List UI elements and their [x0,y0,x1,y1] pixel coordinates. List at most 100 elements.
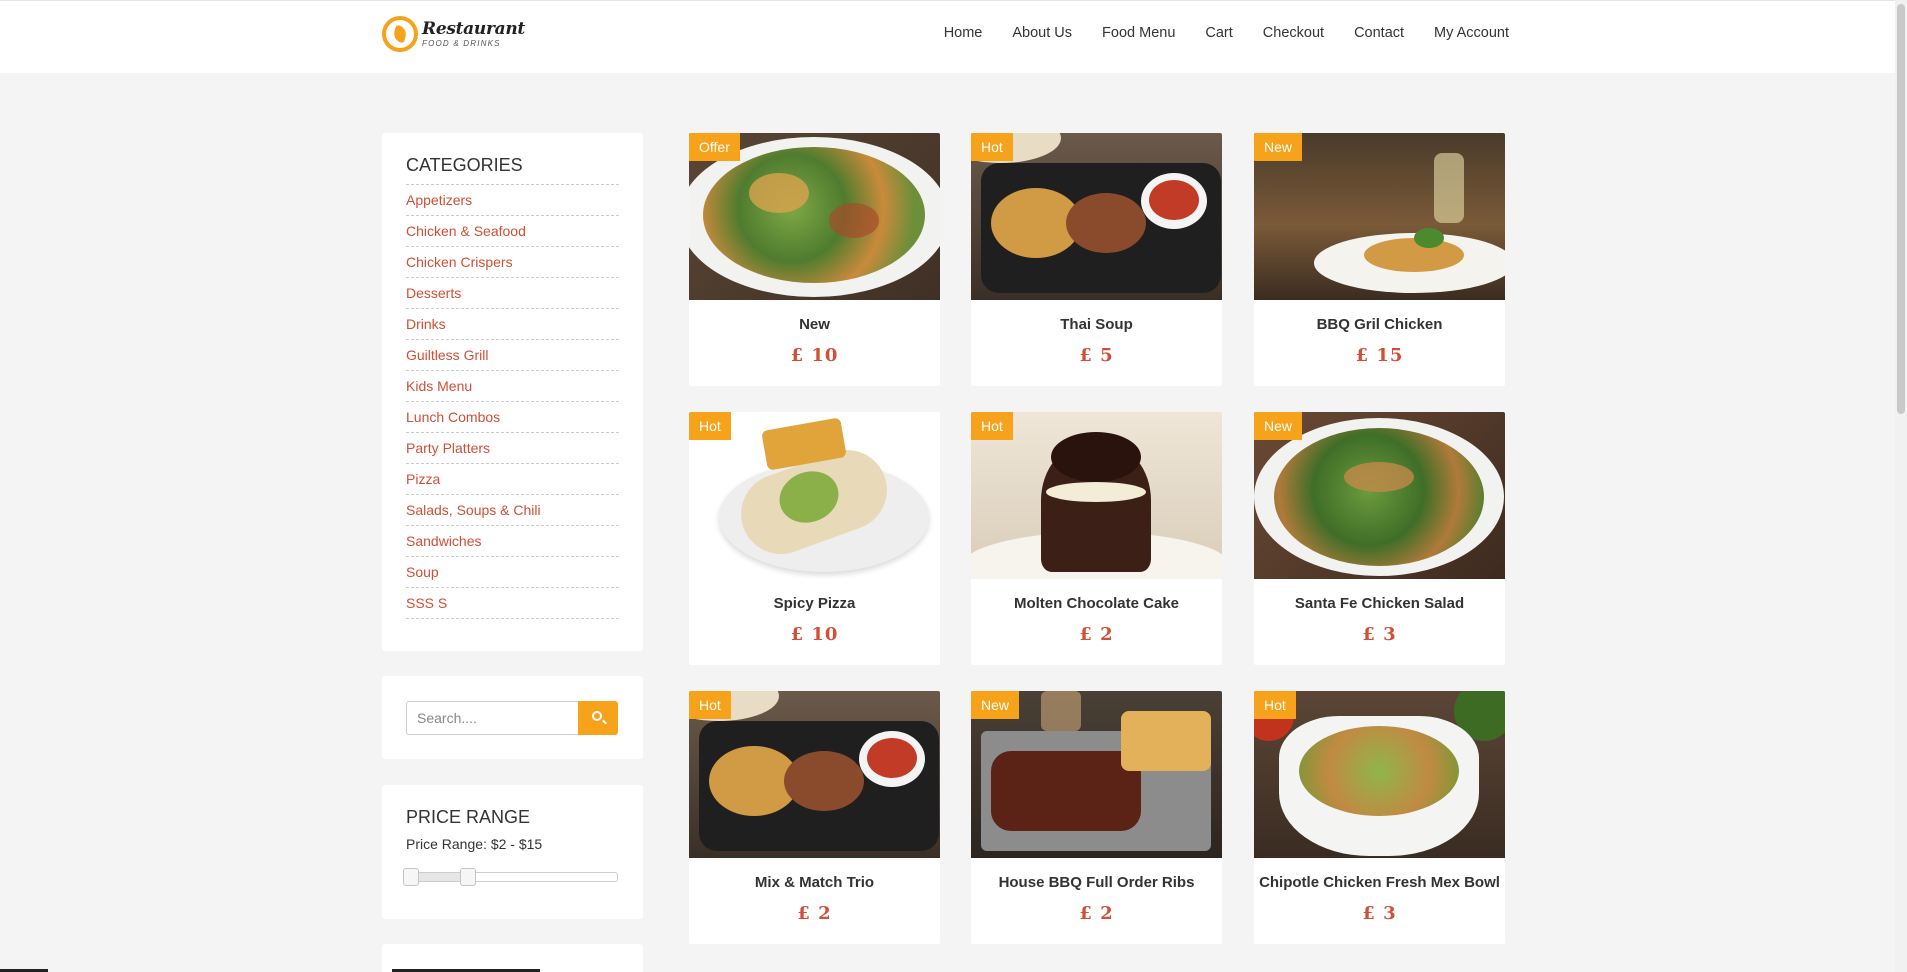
product-card[interactable]: New BBQ Gril Chicken £ 15 [1254,133,1505,386]
product-badge: New [1254,133,1303,161]
product-badge: Hot [971,133,1013,161]
category-link[interactable]: Sandwiches [406,533,482,549]
product-badge: Offer [689,133,740,161]
list-item: SSS S [406,588,619,619]
product-price: £ 3 [1362,903,1397,924]
scrollbar-thumb[interactable] [1897,4,1905,414]
product-card[interactable]: Hot Spicy Pizza £ 10 [689,412,940,665]
main-nav: Home About Us Food Menu Cart Checkout Co… [944,25,1509,41]
product-name[interactable]: House BBQ Full Order Ribs [971,874,1222,891]
nav-food-menu[interactable]: Food Menu [1102,25,1175,41]
nav-about-us[interactable]: About Us [1012,25,1072,41]
product-card[interactable]: Hot Thai Soup £ 5 [971,133,1222,386]
category-link[interactable]: Soup [406,564,439,580]
price-range-label: Price Range: $2 - $15 [406,836,543,852]
category-link[interactable]: Chicken Crispers [406,254,513,270]
next-widget [382,944,643,972]
categories-list: Appetizers Chicken & Seafood Chicken Cri… [406,184,619,619]
product-image[interactable]: New [1254,133,1505,300]
product-image[interactable]: Hot [971,412,1222,579]
category-link[interactable]: Appetizers [406,192,472,208]
product-image[interactable]: New [971,691,1222,858]
product-price: £ 15 [1355,345,1404,366]
nav-home[interactable]: Home [944,25,983,41]
product-image[interactable]: New [1254,412,1505,579]
list-item: Kids Menu [406,371,619,402]
product-image[interactable]: Hot [689,412,940,579]
product-card[interactable]: Hot Molten Chocolate Cake £ 2 [971,412,1222,665]
product-price: £ 10 [790,345,839,366]
product-badge: New [971,691,1020,719]
product-badge: Hot [1254,691,1296,719]
product-badge: Hot [689,412,731,440]
price-range-title: PRICE RANGE [406,807,531,827]
product-name[interactable]: Chipotle Chicken Fresh Mex Bowl [1254,874,1505,891]
product-card[interactable]: Hot Chipotle Chicken Fresh Mex Bowl £ 3 [1254,691,1505,944]
list-item: Party Platters [406,433,619,464]
product-card[interactable]: Hot Mix & Match Trio £ 2 [689,691,940,944]
search-input[interactable] [406,701,578,735]
category-link[interactable]: Lunch Combos [406,409,500,425]
product-image[interactable]: Hot [1254,691,1505,858]
page-scrollbar[interactable] [1895,0,1907,972]
list-item: Lunch Combos [406,402,619,433]
slider-min-handle[interactable] [403,868,419,886]
product-price: £ 3 [1362,624,1397,645]
product-price: £ 2 [1079,624,1114,645]
search-button[interactable] [578,701,618,735]
category-link[interactable]: Desserts [406,285,461,301]
product-image[interactable]: Offer [689,133,940,300]
slider-max-handle[interactable] [460,868,476,886]
logo-icon [382,16,418,52]
categories-widget: CATEGORIES Appetizers Chicken & Seafood … [382,133,643,651]
product-name[interactable]: Mix & Match Trio [689,874,940,891]
list-item: Sandwiches [406,526,619,557]
product-name[interactable]: Molten Chocolate Cake [971,595,1222,612]
product-price: £ 10 [790,624,839,645]
list-item: Chicken & Seafood [406,216,619,247]
list-item: Guiltless Grill [406,340,619,371]
category-link[interactable]: Kids Menu [406,378,472,394]
list-item: Soup [406,557,619,588]
categories-title: CATEGORIES [406,155,523,175]
product-card[interactable]: Offer New £ 10 [689,133,940,386]
product-badge: Hot [971,412,1013,440]
product-name[interactable]: Spicy Pizza [689,595,940,612]
logo-title: Restaurant [422,18,525,39]
nav-my-account[interactable]: My Account [1434,25,1509,41]
product-name[interactable]: Thai Soup [971,316,1222,333]
price-range-slider[interactable] [403,868,618,886]
list-item: Drinks [406,309,619,340]
product-name[interactable]: BBQ Gril Chicken [1254,316,1505,333]
product-image[interactable]: Hot [971,133,1222,300]
nav-contact[interactable]: Contact [1354,25,1404,41]
product-card[interactable]: New House BBQ Full Order Ribs £ 2 [971,691,1222,944]
product-price: £ 2 [1079,903,1114,924]
product-image[interactable]: Hot [689,691,940,858]
category-link[interactable]: Guiltless Grill [406,347,488,363]
list-item: Chicken Crispers [406,247,619,278]
product-card[interactable]: New Santa Fe Chicken Salad £ 3 [1254,412,1505,665]
price-range-widget: PRICE RANGE Price Range: $2 - $15 [382,785,643,919]
category-link[interactable]: Salads, Soups & Chili [406,502,541,518]
search-widget [382,676,643,759]
header: Restaurant FOOD & DRINKS Home About Us F… [0,0,1907,73]
site-logo[interactable]: Restaurant FOOD & DRINKS [382,16,525,52]
category-link[interactable]: Party Platters [406,440,490,456]
list-item: Pizza [406,464,619,495]
product-name[interactable]: Santa Fe Chicken Salad [1254,595,1505,612]
logo-subtitle: FOOD & DRINKS [422,38,501,48]
list-item: Appetizers [406,185,619,216]
nav-checkout[interactable]: Checkout [1263,25,1324,41]
list-item: Desserts [406,278,619,309]
product-badge: New [1254,412,1303,440]
search-icon [592,711,602,721]
nav-cart[interactable]: Cart [1205,25,1232,41]
product-name[interactable]: New [689,316,940,333]
product-price: £ 5 [1079,345,1114,366]
category-link[interactable]: SSS S [406,595,447,611]
category-link[interactable]: Drinks [406,316,446,332]
category-link[interactable]: Pizza [406,471,440,487]
category-link[interactable]: Chicken & Seafood [406,223,526,239]
list-item: Salads, Soups & Chili [406,495,619,526]
